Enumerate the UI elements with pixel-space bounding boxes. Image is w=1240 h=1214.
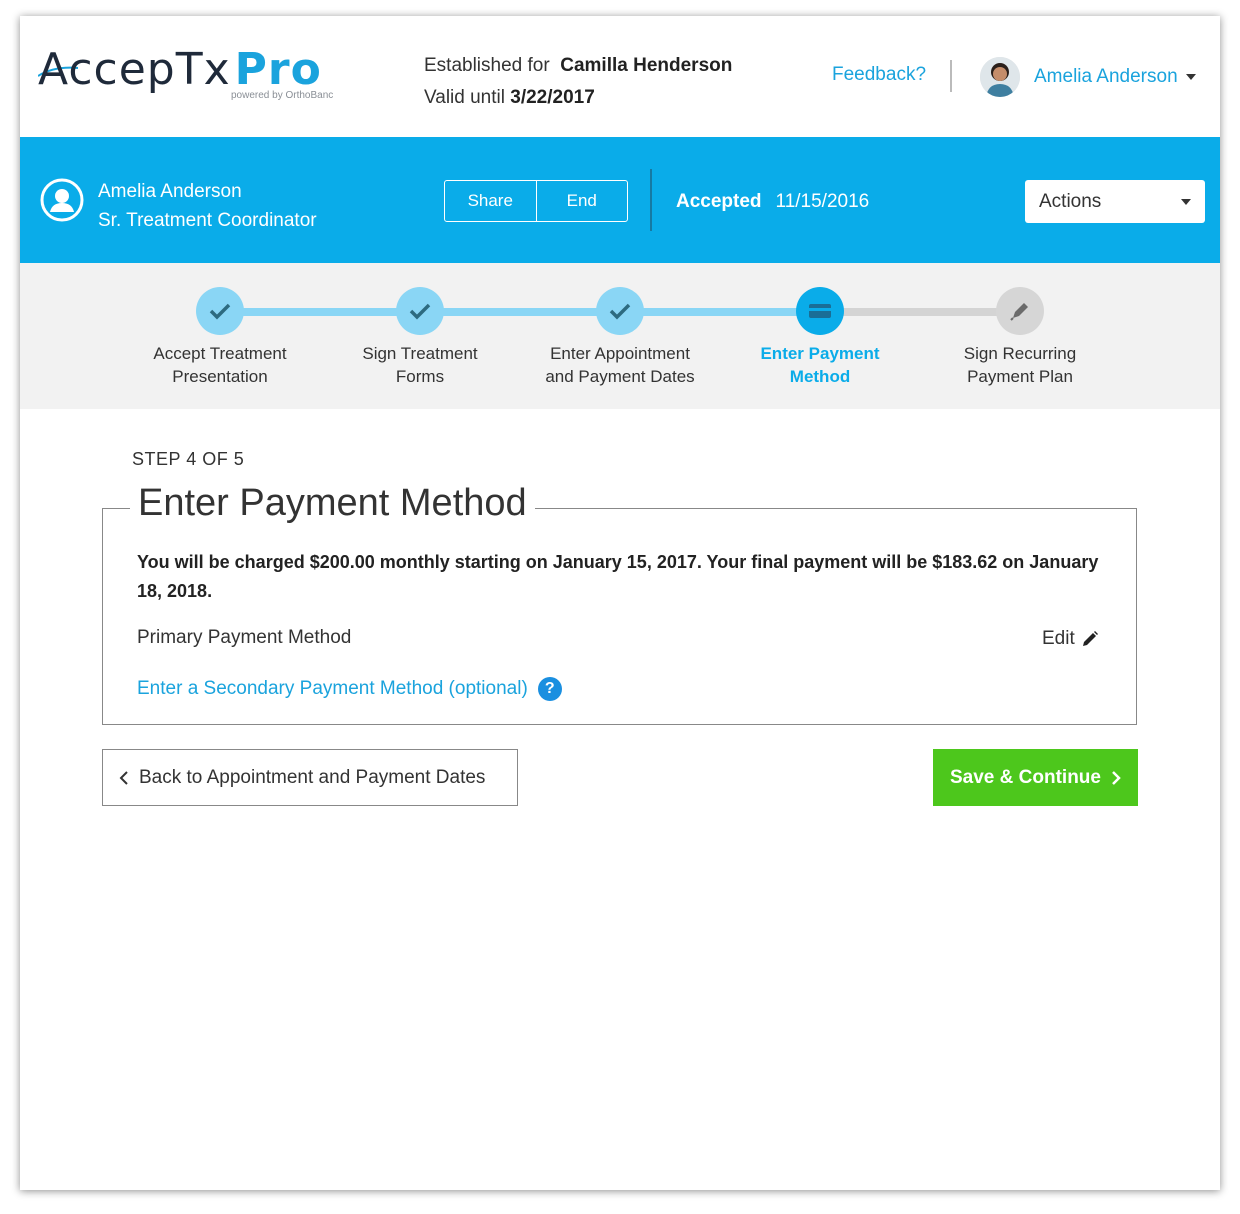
- status-label: Accepted: [676, 191, 762, 212]
- actions-dropdown[interactable]: Actions: [1025, 180, 1205, 223]
- progress-stepper: Accept Treatment Presentation Sign Treatm…: [20, 263, 1220, 409]
- user-circle-icon: [40, 178, 84, 222]
- logo-powered-by: powered by OrthoBanc: [231, 90, 334, 101]
- app-window: AccepTxPro powered by OrthoBanc Establis…: [20, 16, 1220, 1190]
- chevron-down-icon: [1181, 199, 1191, 205]
- stepper-track-remaining: [820, 308, 1020, 316]
- logo-text: AccepTx: [38, 44, 231, 95]
- save-continue-button[interactable]: Save & Continue: [933, 749, 1138, 806]
- patient-info: Established for Camilla Henderson Valid …: [424, 50, 732, 114]
- pen-icon: [1010, 303, 1028, 321]
- step-label: Enter Appointment: [550, 344, 690, 363]
- step-label: Presentation: [172, 367, 268, 386]
- status-date: 11/15/2016: [775, 191, 870, 212]
- step-circle: [196, 287, 244, 335]
- actions-label: Actions: [1039, 191, 1102, 212]
- edit-label: Edit: [1042, 628, 1075, 649]
- header-divider: [950, 60, 952, 92]
- back-button[interactable]: Back to Appointment and Payment Dates: [102, 749, 518, 806]
- page-title: Enter Payment Method: [130, 482, 535, 525]
- bar-divider: [650, 169, 652, 231]
- secondary-payment-label: Enter a Secondary Payment Method (option…: [137, 678, 528, 699]
- valid-date: 3/22/2017: [510, 87, 595, 108]
- user-menu[interactable]: Amelia Anderson: [980, 56, 1196, 98]
- secondary-payment-link[interactable]: Enter a Secondary Payment Method (option…: [137, 677, 562, 701]
- coordinator-bar: Amelia Anderson Sr. Treatment Coordinato…: [20, 137, 1220, 263]
- established-label: Established for: [424, 55, 550, 76]
- logo: AccepTxPro powered by OrthoBanc: [38, 44, 338, 104]
- help-icon[interactable]: ?: [537, 677, 562, 701]
- step-label: Forms: [395, 367, 445, 386]
- coordinator-name: Amelia Anderson: [98, 181, 242, 202]
- primary-payment-label: Primary Payment Method: [137, 627, 352, 648]
- step-label: Enter Payment: [760, 344, 880, 363]
- patient-name: Camilla Henderson: [560, 55, 733, 76]
- step-label: Accept Treatment: [153, 344, 287, 363]
- acceptance-status: Accepted 11/15/2016: [676, 191, 869, 213]
- edit-payment-button[interactable]: Edit: [1042, 628, 1099, 650]
- check-icon: [209, 303, 231, 320]
- user-name: Amelia Anderson: [1034, 66, 1178, 87]
- step-circle: [596, 287, 644, 335]
- save-button-label: Save & Continue: [950, 766, 1101, 788]
- pencil-icon: [1082, 631, 1098, 646]
- chevron-right-icon: [1112, 770, 1121, 785]
- charge-summary: You will be charged $200.00 monthly star…: [137, 552, 1099, 601]
- step-label: Sign Treatment: [362, 344, 478, 363]
- credit-card-icon: [809, 304, 831, 318]
- back-button-label: Back to Appointment and Payment Dates: [139, 766, 486, 788]
- user-photo-icon: [980, 57, 1020, 97]
- step-circle: [996, 287, 1044, 335]
- coordinator-title: Sr. Treatment Coordinator: [98, 210, 317, 231]
- chevron-left-icon: [119, 770, 128, 785]
- step-label: Payment Plan: [967, 367, 1073, 386]
- step-label: Method: [789, 367, 851, 386]
- step-circle: [396, 287, 444, 335]
- check-icon: [409, 303, 431, 320]
- stepper-track-complete: [220, 308, 820, 316]
- valid-label: Valid until: [424, 87, 505, 108]
- avatar: [980, 57, 1020, 97]
- step-label: Sign Recurring: [963, 344, 1077, 363]
- chevron-down-icon: [1185, 74, 1196, 80]
- share-end-group: Share End: [444, 180, 628, 222]
- step-counter: STEP 4 OF 5: [132, 449, 245, 469]
- share-button[interactable]: Share: [445, 181, 536, 221]
- end-button[interactable]: End: [537, 181, 628, 221]
- step-circle: [796, 287, 844, 335]
- feedback-link[interactable]: Feedback?: [832, 64, 926, 86]
- logo-pro: Pro: [234, 44, 322, 95]
- top-header: AccepTxPro powered by OrthoBanc Establis…: [20, 16, 1220, 137]
- check-icon: [609, 303, 631, 320]
- step-label: and Payment Dates: [545, 367, 695, 386]
